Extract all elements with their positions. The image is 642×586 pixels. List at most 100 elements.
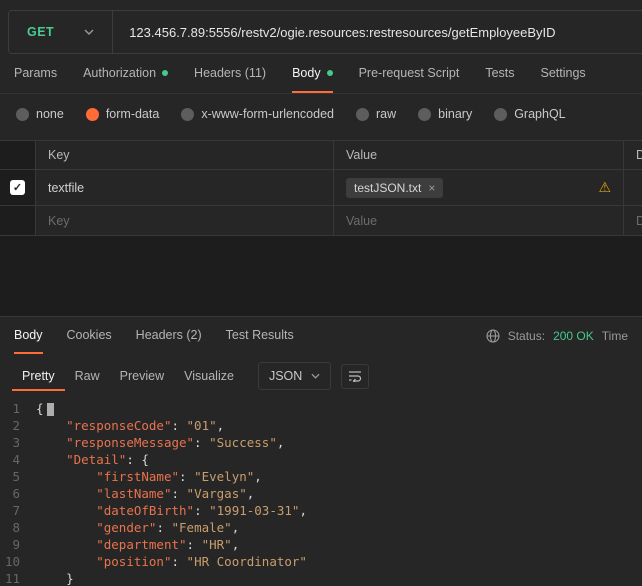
code-token-pun: , bbox=[276, 435, 285, 450]
description-placeholder: De bbox=[636, 213, 642, 228]
wrap-text-icon bbox=[349, 370, 362, 383]
line-content: "position": "HR Coordinator" bbox=[36, 553, 307, 570]
tab-label: Params bbox=[14, 65, 58, 80]
code-token-str: "HR" bbox=[201, 537, 232, 552]
description-cell[interactable]: De bbox=[624, 206, 642, 235]
radio-selected-icon bbox=[85, 107, 99, 121]
line-content: { bbox=[36, 400, 54, 417]
code-line: 2 "responseCode": "01", bbox=[0, 417, 642, 434]
tab-authorization[interactable]: Authorization bbox=[83, 54, 169, 93]
line-content: "dateOfBirth": "1991-03-31", bbox=[36, 502, 307, 519]
code-token-key: "firstName" bbox=[96, 469, 180, 484]
panel-gap bbox=[0, 236, 642, 316]
response-view-toolbar: Pretty Raw Preview Visualize JSON bbox=[0, 354, 642, 394]
view-tab-preview[interactable]: Preview bbox=[110, 361, 174, 391]
response-tab-body[interactable]: Body bbox=[14, 317, 43, 354]
tab-tests[interactable]: Tests bbox=[485, 54, 514, 93]
tab-settings[interactable]: Settings bbox=[541, 54, 586, 93]
line-number: 6 bbox=[12, 486, 20, 501]
code-token-pun: : bbox=[171, 554, 187, 569]
line-content: "department": "HR", bbox=[36, 536, 239, 553]
language-dropdown[interactable]: JSON bbox=[257, 362, 332, 390]
globe-icon[interactable] bbox=[486, 328, 500, 343]
value-cell[interactable]: testJSON.txt × ⚠ bbox=[334, 170, 624, 205]
code-token-pun: } bbox=[66, 571, 74, 586]
code-token-key: "Detail" bbox=[66, 452, 127, 467]
table-header-row: Key Value De bbox=[0, 141, 642, 170]
form-data-table: Key Value De ✓ textfile testJSON.txt × ⚠… bbox=[0, 140, 642, 236]
view-tab-visualize[interactable]: Visualize bbox=[174, 361, 244, 391]
method-selector[interactable]: GET bbox=[9, 11, 112, 53]
body-type-form-data[interactable]: form-data bbox=[85, 107, 160, 121]
line-content: "firstName": "Evelyn", bbox=[36, 468, 262, 485]
code-token-str: "Female" bbox=[171, 520, 232, 535]
radio-label: x-www-form-urlencoded bbox=[201, 107, 334, 121]
tab-label: Headers (11) bbox=[194, 65, 267, 80]
key-cell[interactable]: textfile bbox=[36, 170, 334, 205]
code-token-pun: , bbox=[246, 486, 255, 501]
time-label: Time bbox=[601, 328, 628, 343]
code-line: 1{ bbox=[0, 400, 642, 417]
response-tab-test-results[interactable]: Test Results bbox=[226, 317, 294, 354]
response-tab-headers[interactable]: Headers (2) bbox=[136, 317, 202, 354]
radio-icon bbox=[418, 107, 432, 121]
body-type-binary[interactable]: binary bbox=[418, 107, 472, 121]
key-placeholder: Key bbox=[48, 213, 70, 228]
row-checkbox-checked[interactable]: ✓ bbox=[10, 180, 25, 195]
radio-label: raw bbox=[376, 107, 397, 121]
line-number: 3 bbox=[12, 435, 20, 450]
file-chip[interactable]: testJSON.txt × bbox=[346, 177, 444, 198]
line-number: 9 bbox=[12, 537, 20, 552]
code-token-str: "HR Coordinator" bbox=[186, 554, 307, 569]
code-token-str: "01" bbox=[186, 418, 217, 433]
key-cell[interactable]: Key bbox=[36, 206, 334, 235]
tab-label: Test Results bbox=[225, 327, 294, 342]
code-token-pun: : bbox=[194, 503, 210, 518]
body-type-raw[interactable]: raw bbox=[356, 107, 396, 121]
radio-icon bbox=[181, 107, 195, 121]
code-token-pun: : bbox=[156, 520, 172, 535]
tab-headers[interactable]: Headers (11) bbox=[194, 54, 266, 93]
url-input[interactable]: 123.456.7.89:5556/restv2/ogie.resources:… bbox=[113, 11, 571, 53]
body-type-graphql[interactable]: GraphQL bbox=[494, 107, 566, 121]
line-content: } bbox=[36, 570, 74, 586]
code-line: 5 "firstName": "Evelyn", bbox=[0, 468, 642, 485]
line-content: "Detail": { bbox=[36, 451, 149, 468]
radio-icon bbox=[16, 107, 29, 121]
view-tab-raw[interactable]: Raw bbox=[65, 361, 110, 391]
radio-label: binary bbox=[438, 107, 473, 121]
line-content: "gender": "Female", bbox=[36, 519, 239, 536]
code-line: 7 "dateOfBirth": "1991-03-31", bbox=[0, 502, 642, 519]
code-token-key: "dateOfBirth" bbox=[96, 503, 195, 518]
status-label: Status: bbox=[507, 328, 546, 343]
value-cell[interactable]: Value bbox=[334, 206, 624, 235]
code-token-pun: : bbox=[186, 537, 202, 552]
tab-label: Headers (2) bbox=[135, 327, 202, 342]
code-line: 6 "lastName": "Vargas", bbox=[0, 485, 642, 502]
view-tab-pretty[interactable]: Pretty bbox=[12, 361, 65, 391]
body-type-options: none form-data x-www-form-urlencoded raw… bbox=[0, 94, 642, 134]
file-name: testJSON.txt bbox=[354, 180, 422, 195]
code-token-str: "1991-03-31" bbox=[209, 503, 300, 518]
code-token-key: "gender" bbox=[96, 520, 157, 535]
description-cell[interactable] bbox=[624, 170, 642, 205]
remove-file-icon[interactable]: × bbox=[428, 181, 435, 195]
wrap-text-button[interactable] bbox=[341, 363, 370, 389]
tab-params[interactable]: Params bbox=[14, 54, 57, 93]
tab-label: Settings bbox=[540, 65, 586, 80]
line-number: 4 bbox=[12, 452, 20, 467]
body-type-x-www-form-urlencoded[interactable]: x-www-form-urlencoded bbox=[181, 107, 334, 121]
select-all-cell bbox=[0, 141, 36, 169]
code-line: 9 "department": "HR", bbox=[0, 536, 642, 553]
code-token-key: "responseMessage" bbox=[66, 435, 195, 450]
line-content: "responseCode": "01", bbox=[36, 417, 224, 434]
radio-label: form-data bbox=[105, 107, 160, 121]
body-type-none[interactable]: none bbox=[16, 107, 64, 121]
tab-body[interactable]: Body bbox=[292, 54, 333, 93]
tab-pre-request-script[interactable]: Pre-request Script bbox=[359, 54, 460, 93]
response-tab-cookies[interactable]: Cookies bbox=[67, 317, 112, 354]
response-tabs: Body Cookies Headers (2) Test Results bbox=[14, 317, 294, 354]
code-token-pun: : { bbox=[126, 452, 149, 467]
code-token-pun: { bbox=[36, 401, 44, 416]
code-editor[interactable]: 1{2 "responseCode": "01", 3 "responseMess… bbox=[0, 394, 642, 586]
